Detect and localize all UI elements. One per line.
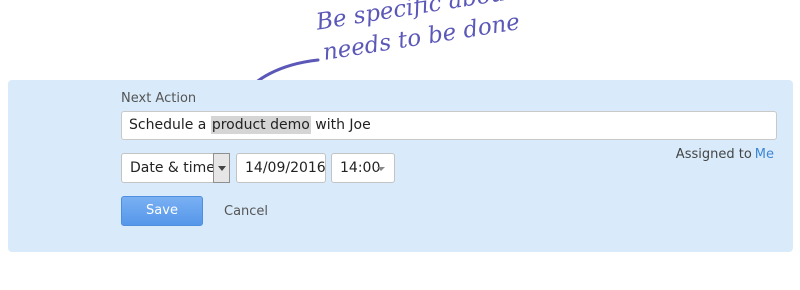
assigned-label: Assigned to	[675, 147, 752, 162]
date-input[interactable]: 14/09/2016	[236, 153, 326, 183]
due-type-select[interactable]: Date & time	[121, 153, 230, 183]
due-type-value: Date & time	[130, 160, 215, 176]
next-action-label: Next Action	[121, 91, 197, 106]
chevron-down-icon[interactable]	[213, 153, 230, 183]
caret-down-icon	[377, 167, 385, 171]
assigned-to: Assigned to Me	[676, 147, 774, 162]
save-button[interactable]: Save	[121, 196, 203, 226]
action-text-highlight: product demo	[210, 116, 311, 134]
cancel-button[interactable]: Cancel	[224, 204, 268, 219]
next-action-input[interactable]: Schedule a product demo with Joe	[121, 111, 777, 140]
time-select[interactable]: 14:00	[331, 153, 395, 183]
time-value: 14:00	[340, 160, 381, 176]
annotation-text: Be specific about what needs to be done	[314, 0, 580, 69]
assigned-user-link[interactable]: Me	[755, 147, 774, 162]
action-text-after: with Joe	[310, 117, 371, 133]
action-text-before: Schedule a	[129, 117, 211, 133]
